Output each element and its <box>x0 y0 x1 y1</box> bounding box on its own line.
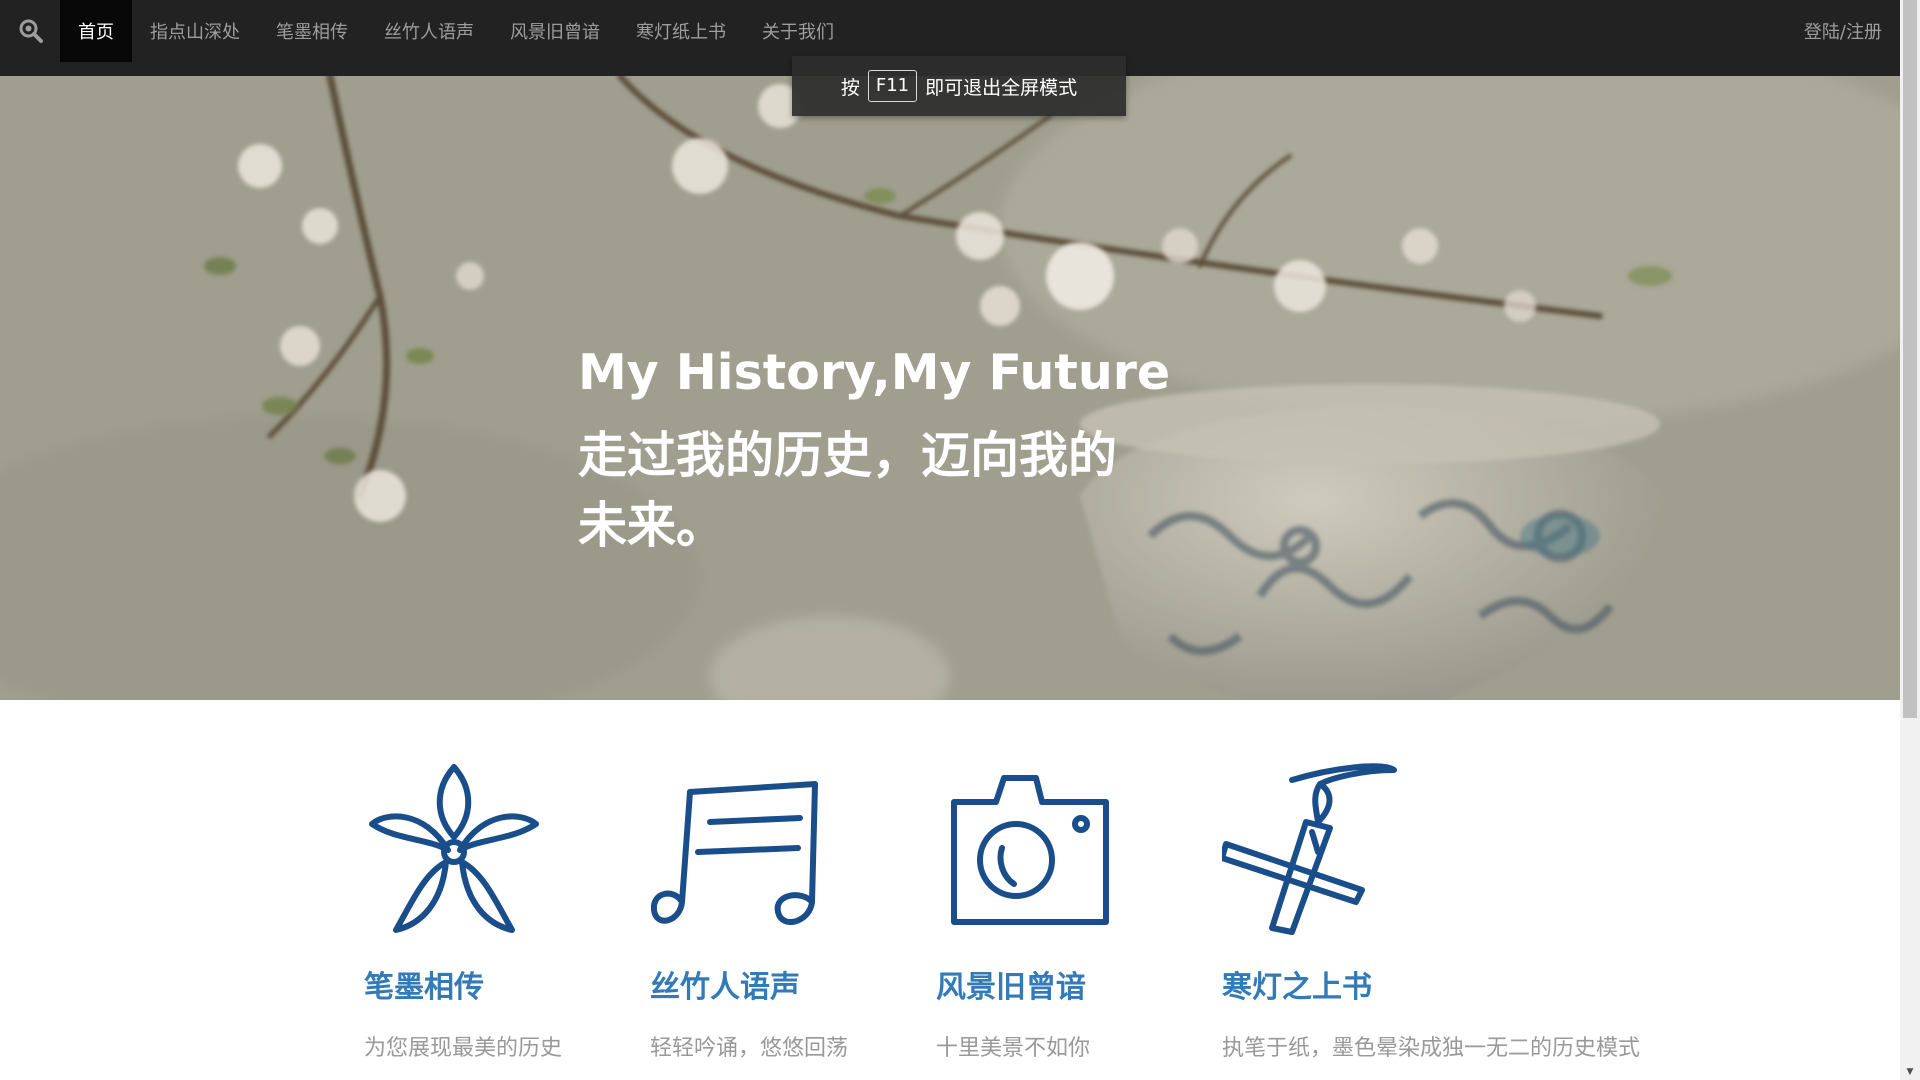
hero-subtitle: 走过我的历史，迈向我的未来。 <box>578 427 1118 554</box>
feature-description: 十里美景不如你 <box>936 1036 1091 1061</box>
feature-description: 为您展现最美的历史 <box>364 1036 563 1061</box>
feature-music: 丝竹人语声 轻轻吟诵，悠悠回荡 <box>650 762 910 1061</box>
scroll-down-arrow-icon[interactable]: ▼ <box>1900 1064 1920 1080</box>
nav-item-home[interactable]: 首页 <box>60 0 132 62</box>
brush-pen-icon[interactable] <box>1222 762 1402 942</box>
nav-item-books[interactable]: 寒灯纸上书 <box>618 0 744 62</box>
scrollbar-thumb[interactable] <box>1903 0 1917 718</box>
nav-item-calligraphy[interactable]: 笔墨相传 <box>258 0 366 62</box>
feature-scenery: 风景旧曾谙 十里美景不如你 <box>936 762 1196 1061</box>
nav-item-music[interactable]: 丝竹人语声 <box>366 0 492 62</box>
music-note-icon[interactable] <box>650 762 830 942</box>
nav-menu: 首页 指点山深处 笔墨相传 丝竹人语声 风景旧曾谙 寒灯纸上书 关于我们 <box>60 0 852 62</box>
toast-message: 即可退出全屏模式 <box>925 76 1078 99</box>
nav-item-about[interactable]: 关于我们 <box>744 0 852 62</box>
feature-description: 执笔于纸，墨色晕染成独一无二的历史模式 <box>1222 1036 1641 1061</box>
hero-text-block: My History,My Future 走过我的历史，迈向我的未来。 <box>578 344 1170 561</box>
nav-item-scenery[interactable]: 风景旧曾谙 <box>492 0 618 62</box>
feature-title[interactable]: 风景旧曾谙 <box>936 962 1086 1006</box>
login-register-link[interactable]: 登陆/注册 <box>1804 0 1882 62</box>
camera-icon[interactable] <box>936 762 1116 942</box>
feature-description: 轻轻吟诵，悠悠回荡 <box>650 1036 849 1061</box>
search-icon[interactable] <box>18 18 44 44</box>
feature-title[interactable]: 笔墨相传 <box>364 962 484 1006</box>
hero-title: My History,My Future <box>578 344 1171 401</box>
f11-key-badge: F11 <box>867 70 918 102</box>
feature-calligraphy: 笔墨相传 为您展现最美的历史 <box>364 762 624 1061</box>
nav-item-mountains[interactable]: 指点山深处 <box>132 0 258 62</box>
feature-title[interactable]: 寒灯之上书 <box>1222 962 1372 1006</box>
fullscreen-exit-toast: 按 F11 即可退出全屏模式 <box>792 56 1126 116</box>
feature-books: 寒灯之上书 执笔于纸，墨色晕染成独一无二的历史模式 <box>1222 762 1640 1061</box>
hero-banner: My History,My Future 走过我的历史，迈向我的未来。 <box>0 76 1900 700</box>
feature-section: 笔墨相传 为您展现最美的历史 丝竹人语声 轻轻吟诵，悠悠回荡 风景旧曾谙 十里美… <box>0 700 1900 1080</box>
toast-prefix: 按 <box>840 76 860 99</box>
feature-title[interactable]: 丝竹人语声 <box>650 962 800 1006</box>
flower-icon[interactable] <box>364 762 544 942</box>
page-scrollbar[interactable]: ▼ <box>1900 0 1920 1080</box>
